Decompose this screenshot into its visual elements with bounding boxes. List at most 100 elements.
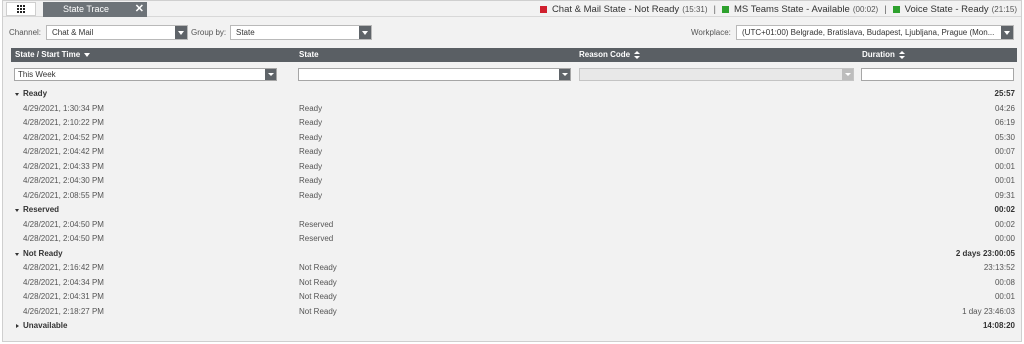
status-separator: |	[713, 3, 717, 15]
group-row-unavailable[interactable]: Unavailable 14:08:20	[11, 319, 1017, 334]
chevron-down-icon	[842, 69, 853, 80]
channel-select-value: Chat & Mail	[52, 28, 94, 37]
column-header-duration[interactable]: Duration	[862, 48, 905, 62]
cell-state: Ready	[299, 147, 323, 156]
group-total: 00:02	[994, 205, 1015, 214]
cell-state: Ready	[299, 132, 323, 142]
group-total: 2 days 23:00:05	[955, 248, 1015, 258]
start-time-filter-value: This Week	[18, 70, 56, 79]
group-total: 14:08:20	[982, 321, 1015, 330]
table-row[interactable]: 4/26/2021, 2:08:55 PM Ready 09:31	[11, 189, 1017, 204]
chevron-down-icon	[359, 26, 371, 39]
collapse-icon	[15, 252, 19, 256]
cell-duration: 05:30	[994, 132, 1015, 142]
status-label-voice[interactable]: Voice State - Ready	[905, 4, 989, 15]
start-time-filter-select[interactable]: This Week	[14, 68, 277, 81]
cell-duration: 00:01	[994, 161, 1015, 171]
group-row-not-ready[interactable]: Not Ready 2 days 23:00:05	[11, 247, 1017, 262]
cell-state: Reserved	[299, 234, 334, 243]
workplace-label: Workplace:	[691, 28, 731, 37]
cell-duration: 00:08	[994, 277, 1015, 287]
channel-status-area: Chat & Mail State - Not Ready (15:31) | …	[539, 1, 1017, 17]
cell-start-time: 4/28/2021, 2:04:33 PM	[23, 161, 104, 171]
cell-state: Not Ready	[299, 263, 337, 272]
state-filter-select[interactable]	[298, 68, 571, 81]
cell-duration: 1 day 23:46:03	[962, 306, 1015, 316]
table-row[interactable]: 4/26/2021, 2:18:27 PM Not Ready 1 day 23:4…	[11, 305, 1017, 320]
table-row[interactable]: 4/28/2021, 2:04:42 PM Ready 00:07	[11, 145, 1017, 160]
duration-filter-input[interactable]	[861, 68, 1014, 81]
column-header-state[interactable]: State	[299, 48, 319, 62]
cell-start-time: 4/28/2021, 2:04:31 PM	[23, 292, 104, 301]
status-label-chat[interactable]: Chat & Mail State - Not Ready	[552, 4, 679, 15]
table-row[interactable]: 4/28/2021, 2:04:50 PM Reserved 00:00	[11, 232, 1017, 247]
table-row[interactable]: 4/28/2021, 2:04:31 PM Not Ready 00:01	[11, 290, 1017, 305]
cell-duration: 09:31	[994, 190, 1015, 200]
group-name: Not Ready	[23, 248, 63, 258]
status-separator: |	[884, 3, 887, 15]
grid-header: State / Start Time State Reason Code Dur…	[11, 48, 1017, 62]
cell-start-time: 4/28/2021, 2:04:34 PM	[23, 277, 104, 287]
status-square-chat	[539, 5, 547, 13]
grid-body: Ready 25:57 4/29/2021, 1:30:34 PM Ready 04…	[11, 87, 1017, 334]
cell-start-time: 4/26/2021, 2:18:27 PM	[23, 306, 104, 316]
cell-state: Not Ready	[299, 292, 337, 301]
table-row[interactable]: 4/28/2021, 2:04:34 PM Not Ready 00:08	[11, 276, 1017, 291]
group-row-reserved[interactable]: Reserved 00:02	[11, 203, 1017, 218]
groupby-label: Group by:	[191, 28, 227, 37]
sort-icon	[634, 50, 641, 59]
cell-start-time: 4/28/2021, 2:04:52 PM	[23, 132, 104, 142]
status-label-teams[interactable]: MS Teams State - Available	[734, 4, 850, 15]
status-time-teams: (00:02)	[852, 4, 879, 14]
cell-state: Not Ready	[299, 306, 337, 316]
table-row[interactable]: 4/28/2021, 2:04:33 PM Ready 00:01	[11, 160, 1017, 175]
table-row[interactable]: 4/28/2021, 2:04:30 PM Ready 00:01	[11, 174, 1017, 189]
chevron-down-icon	[175, 26, 187, 39]
chevron-down-icon	[265, 69, 276, 80]
sort-desc-icon	[84, 52, 91, 57]
cell-start-time: 4/28/2021, 2:04:42 PM	[23, 147, 104, 156]
cell-start-time: 4/28/2021, 2:04:30 PM	[23, 176, 104, 185]
status-square-teams	[722, 5, 730, 13]
status-square-voice	[892, 5, 900, 13]
tab-state-trace[interactable]: State Trace ✕	[43, 2, 147, 17]
workplace-select-value: (UTC+01:00) Belgrade, Bratislava, Budape…	[742, 28, 995, 37]
cell-state: Reserved	[299, 219, 334, 229]
cell-state: Ready	[299, 161, 323, 171]
group-row-ready[interactable]: Ready 25:57	[11, 87, 1017, 102]
table-row[interactable]: 4/28/2021, 2:10:22 PM Ready 06:19	[11, 116, 1017, 131]
cell-duration: 00:07	[994, 147, 1015, 156]
column-title-state: State	[299, 50, 319, 59]
table-row[interactable]: 4/28/2021, 2:04:50 PM Reserved 00:02	[11, 218, 1017, 233]
cell-start-time: 4/28/2021, 2:04:50 PM	[23, 234, 104, 243]
group-total: 25:57	[994, 89, 1015, 98]
apps-menu-button[interactable]	[6, 2, 36, 16]
close-icon[interactable]: ✕	[135, 2, 144, 17]
cell-start-time: 4/28/2021, 2:10:22 PM	[23, 118, 104, 127]
collapse-icon	[15, 209, 19, 212]
column-header-start-time[interactable]: State / Start Time	[15, 48, 91, 62]
cell-duration: 00:00	[994, 234, 1015, 243]
group-name: Reserved	[23, 205, 60, 214]
cell-start-time: 4/29/2021, 1:30:34 PM	[23, 103, 104, 113]
reason-code-filter-select	[579, 68, 854, 81]
groupby-select-value: State	[236, 28, 255, 37]
collapse-icon	[15, 93, 19, 96]
cell-duration: 00:01	[994, 292, 1015, 301]
cell-state: Not Ready	[299, 277, 337, 287]
channel-select[interactable]: Chat & Mail	[46, 25, 188, 40]
sort-icon	[898, 50, 905, 59]
table-row[interactable]: 4/28/2021, 2:16:42 PM Not Ready 23:13:52	[11, 261, 1017, 276]
grid-icon	[16, 4, 26, 14]
column-title-reason-code: Reason Code	[579, 50, 631, 59]
groupby-select[interactable]: State	[230, 25, 372, 40]
workplace-select[interactable]: (UTC+01:00) Belgrade, Bratislava, Budape…	[736, 25, 1014, 40]
cell-state: Ready	[299, 103, 323, 113]
table-row[interactable]: 4/28/2021, 2:04:52 PM Ready 05:30	[11, 131, 1017, 146]
group-name: Ready	[23, 89, 48, 98]
table-row[interactable]: 4/29/2021, 1:30:34 PM Ready 04:26	[11, 102, 1017, 117]
column-title-duration: Duration	[862, 50, 895, 59]
filter-bar: Channel: Chat & Mail Group by: State Wor…	[3, 25, 1021, 41]
column-header-reason-code[interactable]: Reason Code	[579, 48, 641, 62]
cell-duration: 00:01	[994, 176, 1015, 185]
